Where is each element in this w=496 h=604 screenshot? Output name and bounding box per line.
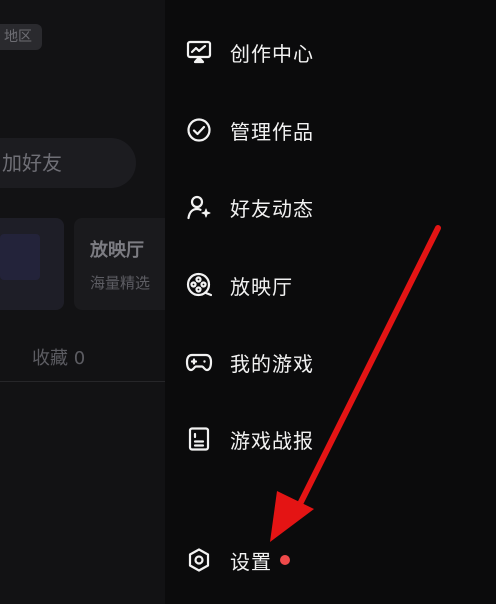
notification-dot bbox=[280, 555, 290, 565]
user-sparkle-icon bbox=[185, 193, 213, 221]
gamepad-icon bbox=[185, 348, 213, 376]
region-badge: 地区 bbox=[0, 24, 42, 50]
menu-item-my-games[interactable]: 我的游戏 bbox=[185, 336, 475, 388]
media-thumbnail bbox=[0, 234, 40, 280]
settings-hexagon-icon bbox=[185, 546, 213, 574]
menu-item-game-reports[interactable]: 游戏战报 bbox=[185, 413, 475, 465]
menu-label: 设置 bbox=[230, 549, 272, 574]
creator-monitor-icon bbox=[185, 38, 213, 66]
check-circle-icon bbox=[185, 116, 213, 144]
menu-label: 游戏战报 bbox=[230, 428, 314, 453]
menu-item-friend-updates[interactable]: 好友动态 bbox=[185, 181, 475, 233]
menu-label: 管理作品 bbox=[230, 119, 314, 144]
card-subtitle: 海量精选 bbox=[90, 274, 151, 292]
screening-room-card[interactable]: 放映厅 海量精选 bbox=[74, 218, 165, 310]
report-card-icon bbox=[185, 425, 213, 453]
tab-favorites[interactable]: 收藏 0 bbox=[32, 344, 85, 370]
menu-item-manage-works[interactable]: 管理作品 bbox=[185, 104, 475, 156]
menu-label: 放映厅 bbox=[230, 274, 293, 299]
menu-item-creator-center[interactable]: 创作中心 bbox=[185, 26, 475, 78]
background-page: 地区 加好友 放映厅 海量精选 收藏 0 bbox=[0, 0, 165, 604]
media-card[interactable] bbox=[0, 218, 64, 310]
menu-label: 好友动态 bbox=[230, 196, 314, 221]
film-reel-icon bbox=[185, 271, 213, 299]
divider bbox=[0, 381, 165, 382]
add-friend-button[interactable]: 加好友 bbox=[0, 138, 136, 188]
menu-label: 我的游戏 bbox=[230, 351, 314, 376]
menu-item-settings[interactable]: 设置 bbox=[185, 534, 475, 586]
menu-label: 创作中心 bbox=[230, 41, 314, 66]
side-drawer-menu: 创作中心 管理作品 好友动态 放映厅 我的游戏 游戏战报 设置 bbox=[165, 0, 496, 604]
card-title: 放映厅 bbox=[90, 240, 144, 261]
menu-item-screening-room[interactable]: 放映厅 bbox=[185, 259, 475, 311]
